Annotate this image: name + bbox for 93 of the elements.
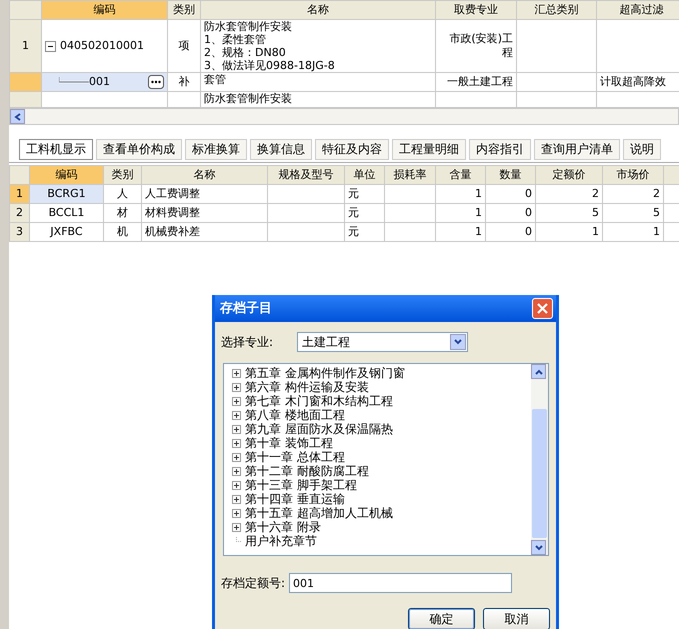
table-cell: 5 (536, 204, 602, 222)
column-header[interactable]: 名称 (142, 166, 268, 184)
table-cell: 元 (344, 222, 384, 242)
column-header[interactable]: 定额价 (536, 166, 602, 184)
ok-button[interactable]: 确定 (408, 608, 475, 629)
expand-icon[interactable] (232, 438, 241, 448)
corner-cell (10, 166, 30, 184)
expand-icon[interactable] (232, 466, 241, 476)
name-text: 2、规格：DN80 (204, 46, 287, 59)
column-header[interactable]: 编码 (30, 166, 104, 184)
table-cell: 1 (602, 222, 664, 242)
tab[interactable]: 换算信息 (250, 139, 312, 160)
expand-icon[interactable] (232, 522, 241, 532)
column-header[interactable]: 取费专业 (436, 0, 516, 20)
expand-icon[interactable] (232, 382, 241, 392)
cancel-button[interactable]: 取消 (483, 608, 550, 629)
table-cell: 人 (104, 184, 142, 204)
column-header[interactable]: 汇总类别 (516, 0, 596, 20)
table-cell: 1 (436, 204, 486, 222)
table-cell: 人工费调整 (142, 184, 268, 204)
table-cell: 材 (104, 204, 142, 222)
category-cell: 项 (168, 20, 200, 72)
expand-icon[interactable] (232, 508, 241, 518)
tab[interactable]: 内容指引 (469, 139, 531, 160)
column-header[interactable]: 单位 (344, 166, 384, 184)
expand-icon[interactable] (232, 480, 241, 490)
close-icon[interactable] (537, 303, 548, 314)
tab[interactable]: 查询用户清单 (534, 139, 620, 160)
row-header: 1 (10, 20, 42, 72)
tab[interactable]: 特征及内容 (315, 139, 389, 160)
filter-cell: 计取超高降效 (596, 72, 679, 92)
number-label: 存档定额号: (221, 575, 286, 592)
table-cell: 材料费调整 (142, 204, 268, 222)
table-cell: JXFBC (30, 222, 104, 242)
table-cell: 元 (344, 204, 384, 222)
column-header[interactable]: 名称 (200, 0, 436, 20)
horizontal-scrollbar[interactable] (9, 108, 679, 125)
row-header: 1 (10, 184, 30, 204)
code-text: 040502010001 (60, 39, 144, 53)
table-cell: 2 (536, 184, 602, 204)
fee-specialty-cell: 市政(安装)工程 (436, 20, 516, 72)
tab[interactable]: 工料机显示 (19, 139, 93, 160)
column-header[interactable]: 类别 (168, 0, 200, 20)
column-header[interactable]: 规格及型号 (268, 166, 344, 184)
column-header[interactable]: 含量 (436, 166, 486, 184)
name-text: 套管 (204, 73, 227, 86)
name-text: 防水套管制作安装 (204, 92, 293, 105)
table-cell: 元 (344, 184, 384, 204)
expand-icon[interactable] (232, 452, 241, 462)
tab[interactable]: 查看单价构成 (96, 139, 182, 160)
expand-icon[interactable] (232, 494, 241, 504)
specialty-dropdown[interactable]: 土建工程 (297, 332, 468, 352)
dialog-title: 存档子目 (220, 300, 272, 318)
table-cell: 1 (436, 184, 486, 204)
more-button[interactable] (148, 75, 164, 89)
column-header[interactable]: 数量 (486, 166, 536, 184)
table-cell: 5 (602, 204, 664, 222)
expand-icon[interactable] (232, 396, 241, 406)
column-header[interactable]: 类别 (104, 166, 142, 184)
tab[interactable]: 说明 (623, 139, 661, 160)
tab[interactable]: 工程量明细 (392, 139, 466, 160)
specialty-label: 选择专业: (221, 334, 274, 350)
column-header[interactable]: 编码 (42, 0, 168, 20)
table-cell: 机 (104, 222, 142, 242)
expand-icon[interactable] (232, 424, 241, 434)
row-header: 2 (10, 204, 30, 222)
table-cell: 0 (486, 222, 536, 242)
expand-icon[interactable] (232, 410, 241, 420)
collapse-icon[interactable] (45, 40, 56, 52)
name-text: 防水套管制作安装 (204, 20, 293, 33)
category-cell: 补 (168, 72, 200, 92)
corner-cell (10, 0, 42, 20)
table-cell: 2 (602, 184, 664, 204)
row-header: 3 (10, 222, 30, 242)
table-cell: 1 (536, 222, 602, 242)
tab[interactable]: 标准换算 (185, 139, 247, 160)
table-cell: 机械费补差 (142, 222, 268, 242)
code-text: 001 (89, 75, 110, 89)
column-header[interactable]: 损耗率 (384, 166, 436, 184)
close-button[interactable] (532, 298, 553, 319)
table-cell: BCRG1 (30, 184, 104, 204)
expand-icon[interactable] (232, 368, 241, 378)
table-cell: 1 (436, 222, 486, 242)
vertical-scrollbar[interactable] (531, 364, 548, 555)
table-cell: 0 (486, 184, 536, 204)
column-header[interactable]: 超高过滤 (596, 0, 679, 20)
table-cell: BCCL1 (30, 204, 104, 222)
fee-specialty-cell: 一般土建工程 (436, 72, 516, 92)
name-text: 1、柔性套管 (204, 33, 267, 46)
number-field[interactable]: 001 (289, 573, 512, 593)
column-header[interactable]: 市场价 (602, 166, 664, 184)
table-cell: 0 (486, 204, 536, 222)
name-text: 3、做法详见0988-18JG-8 (204, 59, 336, 72)
